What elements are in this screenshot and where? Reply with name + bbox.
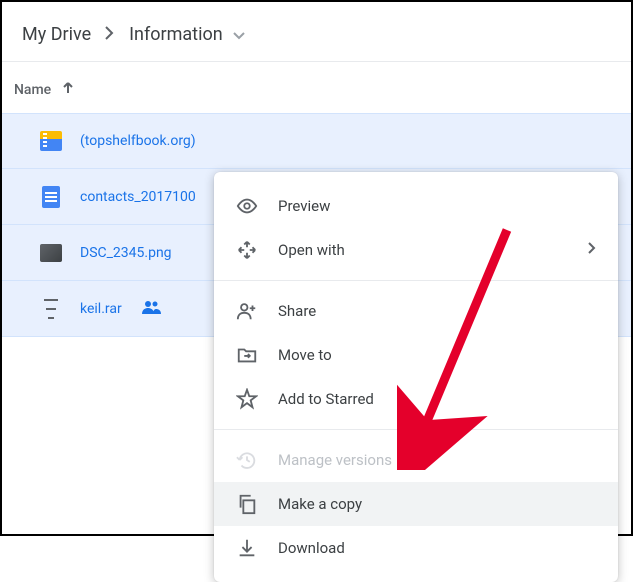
menu-label: Open with (278, 241, 568, 259)
download-icon (236, 537, 258, 559)
file-name: keil.rar (80, 301, 122, 317)
menu-open-with[interactable]: Open with (214, 228, 618, 272)
file-name: contacts_2017100 (80, 189, 196, 205)
file-name: (topshelfbook.org) (80, 133, 196, 149)
menu-manage-versions: Manage versions (214, 438, 618, 482)
doc-file-icon (40, 186, 62, 208)
caret-down-icon[interactable] (233, 25, 245, 44)
breadcrumb-root[interactable]: My Drive (22, 24, 91, 45)
menu-preview[interactable]: Preview (214, 184, 618, 228)
menu-divider (214, 429, 618, 430)
menu-label: Make a copy (278, 495, 596, 513)
menu-move-to[interactable]: Move to (214, 333, 618, 377)
breadcrumb-current[interactable]: Information (129, 24, 223, 45)
menu-download[interactable]: Download (214, 526, 618, 570)
star-icon (236, 388, 258, 410)
folder-move-icon (236, 344, 258, 366)
menu-add-to-starred[interactable]: Add to Starred (214, 377, 618, 421)
image-file-icon (40, 242, 62, 264)
history-icon (236, 449, 258, 471)
eye-icon (236, 195, 258, 217)
file-name: DSC_2345.png (80, 245, 172, 261)
menu-label: Move to (278, 346, 596, 364)
breadcrumb: My Drive Information (2, 2, 631, 62)
open-with-icon (236, 239, 258, 261)
menu-label: Preview (278, 197, 596, 215)
context-menu: Preview Open with Share Move to Add to S… (214, 172, 618, 582)
file-row[interactable]: (topshelfbook.org) (2, 113, 631, 169)
menu-make-a-copy[interactable]: Make a copy (214, 482, 618, 526)
column-name-label: Name (14, 82, 51, 98)
shared-icon (142, 299, 162, 318)
menu-label: Manage versions (278, 451, 596, 469)
column-header[interactable]: Name (2, 62, 631, 113)
sort-arrow-up-icon (61, 80, 75, 99)
menu-divider (214, 280, 618, 281)
menu-share[interactable]: Share (214, 289, 618, 333)
share-icon (236, 300, 258, 322)
chevron-right-icon (105, 25, 115, 44)
chevron-right-icon (588, 242, 596, 258)
rar-file-icon (40, 298, 62, 320)
menu-label: Share (278, 302, 596, 320)
menu-label: Download (278, 539, 596, 557)
menu-label: Add to Starred (278, 390, 596, 408)
zip-file-icon (40, 130, 62, 152)
copy-icon (236, 493, 258, 515)
